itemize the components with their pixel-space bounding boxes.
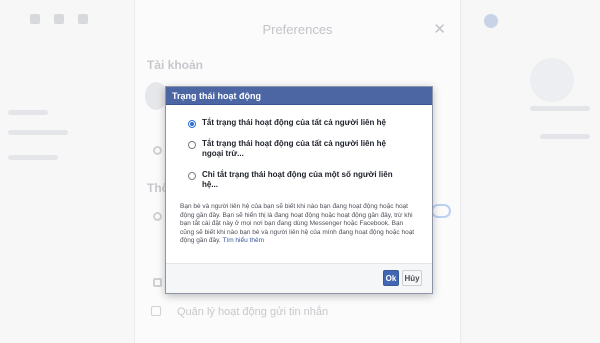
cancel-button[interactable]: Hủy	[402, 270, 422, 286]
option-label: Tắt trạng thái hoạt động của tất cả ngườ…	[202, 139, 386, 158]
search-icon	[153, 146, 162, 155]
background-text-line	[540, 134, 590, 139]
video-icon	[54, 14, 64, 24]
dialog-title: Trạng thái hoạt động	[166, 87, 432, 105]
dialog-description: Bạn bè và người liên hệ của bạn sẽ biết …	[166, 201, 432, 246]
active-status-dialog: Trạng thái hoạt động Tắt trạng thái hoạt…	[165, 86, 433, 294]
section-account-heading: Tài khoản	[147, 58, 204, 72]
notification-toggle[interactable]	[431, 204, 451, 218]
new-message-icon	[78, 14, 88, 24]
compose-icon	[30, 14, 40, 24]
background-text-line	[530, 106, 590, 111]
background-text-line	[8, 110, 48, 115]
close-icon[interactable]: ✕	[433, 20, 446, 38]
status-options: Tắt trạng thái hoạt động của tất cả ngườ…	[166, 105, 432, 190]
background-toolbar-icons	[30, 14, 88, 24]
option-turn-off-some[interactable]: Chỉ tắt trạng thái hoạt động của một số …	[188, 170, 432, 190]
contact-avatar	[530, 58, 574, 102]
preferences-title: Preferences	[262, 22, 333, 37]
description-text: Bạn bè và người liên hệ của bạn sẽ biết …	[180, 203, 415, 244]
dialog-footer: Ok Hủy	[166, 263, 432, 293]
message-icon	[151, 306, 161, 316]
radio-icon[interactable]	[188, 172, 196, 180]
background-text-line	[8, 130, 68, 135]
background-text-line	[8, 155, 58, 160]
image-icon	[153, 278, 162, 287]
option-turn-off-except[interactable]: Tắt trạng thái hoạt động của tất cả ngườ…	[188, 139, 432, 159]
option-label: Tắt trạng thái hoạt động của tất cả ngườ…	[202, 118, 386, 127]
sound-icon	[153, 212, 162, 221]
learn-more-link[interactable]: Tìm hiểu thêm	[222, 237, 264, 244]
message-activity-link[interactable]: Quản lý hoạt động gửi tin nhắn	[177, 306, 328, 318]
background-left-panel	[0, 0, 135, 343]
ok-button[interactable]: Ok	[383, 270, 399, 286]
account-avatar	[145, 82, 167, 110]
option-label: Chỉ tắt trạng thái hoạt động của một số …	[202, 170, 393, 189]
profile-avatar	[484, 14, 498, 28]
background-right-panel	[462, 0, 600, 343]
radio-selected-icon[interactable]	[188, 120, 196, 128]
option-turn-off-all[interactable]: Tắt trạng thái hoạt động của tất cả ngườ…	[188, 118, 432, 128]
radio-icon[interactable]	[188, 141, 196, 149]
